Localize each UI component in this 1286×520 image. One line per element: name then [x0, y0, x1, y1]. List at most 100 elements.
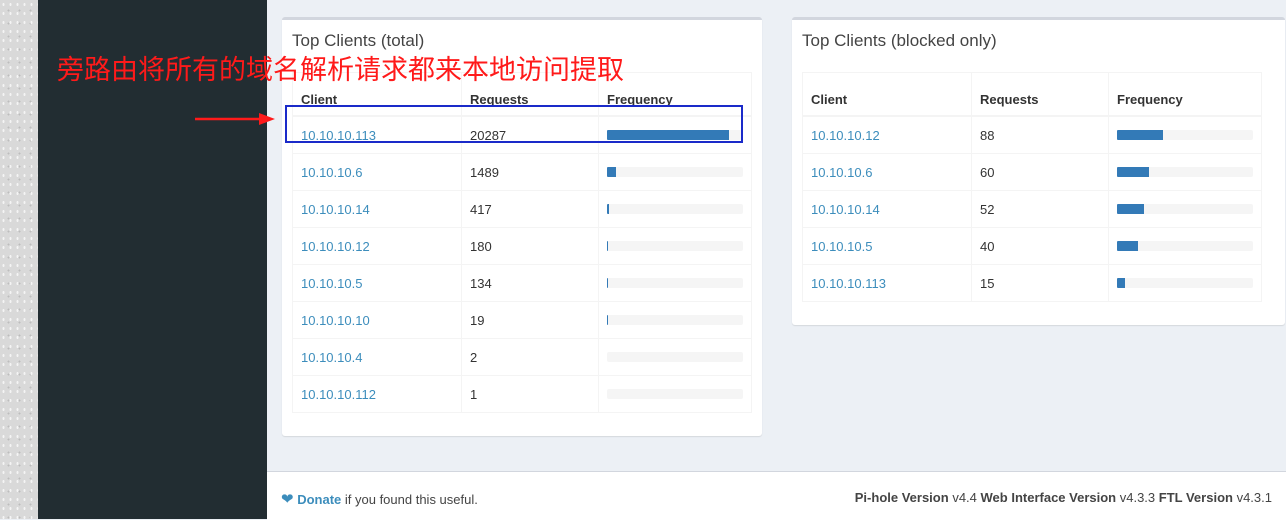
requests-cell: 417: [462, 191, 599, 228]
frequency-cell: [599, 228, 752, 265]
table-row: 10.10.10.6 1489: [293, 154, 752, 191]
requests-cell: 1489: [462, 154, 599, 191]
box-title: Top Clients (blocked only): [802, 31, 997, 51]
client-link[interactable]: 10.10.10.5: [301, 276, 362, 291]
client-link[interactable]: 10.10.10.14: [301, 202, 370, 217]
column-header-client: Client: [803, 73, 972, 117]
client-link[interactable]: 10.10.10.113: [811, 276, 886, 291]
frequency-bar-track: [607, 241, 743, 251]
ftl-version: v4.3.1: [1237, 490, 1272, 505]
client-link[interactable]: 10.10.10.6: [811, 165, 872, 180]
requests-cell: 134: [462, 265, 599, 302]
pihole-version: v4.4: [952, 490, 977, 505]
frequency-bar-track: [1117, 130, 1253, 140]
frequency-bar: [1117, 204, 1144, 214]
table-row: 10.10.10.14 417: [293, 191, 752, 228]
frequency-bar: [1117, 167, 1149, 177]
table-row: 10.10.10.5 40: [803, 228, 1262, 265]
requests-cell: 180: [462, 228, 599, 265]
client-link[interactable]: 10.10.10.10: [301, 313, 370, 328]
frequency-cell: [599, 154, 752, 191]
table-row: 10.10.10.14 52: [803, 191, 1262, 228]
client-link[interactable]: 10.10.10.14: [811, 202, 880, 217]
client-cell: 10.10.10.14: [293, 191, 462, 228]
frequency-cell: [599, 265, 752, 302]
frequency-bar-track: [607, 167, 743, 177]
requests-cell: 19: [462, 302, 599, 339]
requests-cell: 2: [462, 339, 599, 376]
requests-cell: 52: [972, 191, 1109, 228]
requests-cell: 1: [462, 376, 599, 413]
client-cell: 10.10.10.6: [803, 154, 972, 191]
table-row: 10.10.10.4 2: [293, 339, 752, 376]
frequency-bar-track: [1117, 278, 1253, 288]
table-row: 10.10.10.5 134: [293, 265, 752, 302]
frequency-cell: [1109, 116, 1262, 154]
frequency-cell: [1109, 191, 1262, 228]
client-link[interactable]: 10.10.10.12: [301, 239, 370, 254]
donate-suffix: if you found this useful.: [345, 492, 478, 507]
desktop-background: [0, 0, 38, 519]
pihole-version-label: Pi-hole Version: [855, 490, 949, 505]
frequency-cell: [1109, 228, 1262, 265]
client-link[interactable]: 10.10.10.6: [301, 165, 362, 180]
client-cell: 10.10.10.113: [803, 265, 972, 302]
client-link[interactable]: 10.10.10.112: [301, 387, 376, 402]
top-clients-blocked-box: Top Clients (blocked only) Client Reques…: [792, 17, 1285, 325]
client-cell: 10.10.10.12: [293, 228, 462, 265]
frequency-bar-track: [1117, 241, 1253, 251]
frequency-bar-track: [1117, 167, 1253, 177]
requests-cell: 88: [972, 116, 1109, 154]
client-cell: 10.10.10.5: [803, 228, 972, 265]
annotation-arrow-icon: [195, 112, 275, 126]
table-row: 10.10.10.12 88: [803, 116, 1262, 154]
frequency-bar: [607, 278, 608, 288]
table-row: 10.10.10.112 1: [293, 376, 752, 413]
annotation-highlight-box: [285, 105, 743, 143]
frequency-cell: [1109, 154, 1262, 191]
client-cell: 10.10.10.6: [293, 154, 462, 191]
frequency-bar-track: [607, 315, 743, 325]
table-row: 10.10.10.10 19: [293, 302, 752, 339]
client-cell: 10.10.10.112: [293, 376, 462, 413]
client-cell: 10.10.10.5: [293, 265, 462, 302]
column-header-frequency: Frequency: [1109, 73, 1262, 117]
annotation-text: 旁路由将所有的域名解析请求都来本地访问提取: [57, 48, 624, 87]
frequency-bar: [607, 167, 616, 177]
column-header-requests: Requests: [972, 73, 1109, 117]
requests-cell: 40: [972, 228, 1109, 265]
client-cell: 10.10.10.10: [293, 302, 462, 339]
frequency-bar-track: [1117, 204, 1253, 214]
table-header-row: Client Requests Frequency: [803, 73, 1262, 117]
client-link[interactable]: 10.10.10.12: [811, 128, 880, 143]
frequency-bar: [1117, 241, 1138, 251]
web-version: v4.3.3: [1120, 490, 1155, 505]
table-row: 10.10.10.113 15: [803, 265, 1262, 302]
frequency-cell: [599, 191, 752, 228]
table-row: 10.10.10.12 180: [293, 228, 752, 265]
version-info: Pi-hole Version v4.4 Web Interface Versi…: [855, 490, 1272, 505]
web-version-label: Web Interface Version: [981, 490, 1117, 505]
frequency-bar: [607, 241, 608, 251]
donate-link[interactable]: Donate: [297, 492, 341, 507]
frequency-cell: [599, 376, 752, 413]
frequency-bar-track: [607, 389, 743, 399]
frequency-bar-track: [607, 204, 743, 214]
footer: ❤ Donate if you found this useful. Pi-ho…: [267, 471, 1286, 520]
client-cell: 10.10.10.12: [803, 116, 972, 154]
frequency-bar: [1117, 278, 1125, 288]
heart-icon: ❤: [281, 491, 294, 508]
client-link[interactable]: 10.10.10.4: [301, 350, 362, 365]
frequency-cell: [1109, 265, 1262, 302]
ftl-version-label: FTL Version: [1159, 490, 1233, 505]
frequency-bar-track: [607, 352, 743, 362]
frequency-bar: [1117, 130, 1163, 140]
frequency-cell: [599, 302, 752, 339]
requests-cell: 15: [972, 265, 1109, 302]
client-cell: 10.10.10.4: [293, 339, 462, 376]
donate-note: ❤ Donate if you found this useful.: [281, 490, 478, 508]
frequency-bar-track: [607, 278, 743, 288]
client-cell: 10.10.10.14: [803, 191, 972, 228]
client-link[interactable]: 10.10.10.5: [811, 239, 872, 254]
top-clients-blocked-table: Client Requests Frequency 10.10.10.12881…: [802, 72, 1262, 302]
